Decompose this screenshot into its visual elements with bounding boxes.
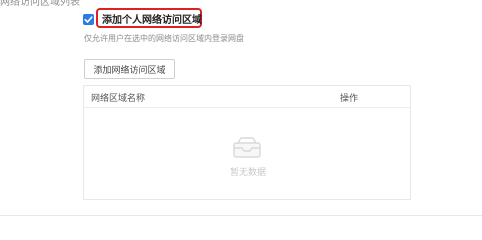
column-actions: 操作 <box>340 94 359 104</box>
bottom-divider <box>0 215 482 216</box>
empty-state-text: 暂无数据 <box>230 168 267 178</box>
network-area-table: 网络区域名称 操作 暂无数据 <box>83 85 411 200</box>
personal-network-checkbox[interactable] <box>83 14 94 25</box>
helper-text: 仅允许用户在选中的网络访问区域内登录网盘 <box>84 34 244 43</box>
column-network-area-name: 网络区域名称 <box>91 94 146 104</box>
personal-network-label[interactable]: 添加个人网络访问区域 <box>102 11 202 26</box>
section-title: 网络访问区域列表 <box>0 0 80 8</box>
empty-inbox-icon <box>233 137 261 158</box>
add-network-area-button[interactable]: 添加网络访问区域 <box>84 59 175 79</box>
table-header: 网络区域名称 操作 <box>84 86 410 108</box>
